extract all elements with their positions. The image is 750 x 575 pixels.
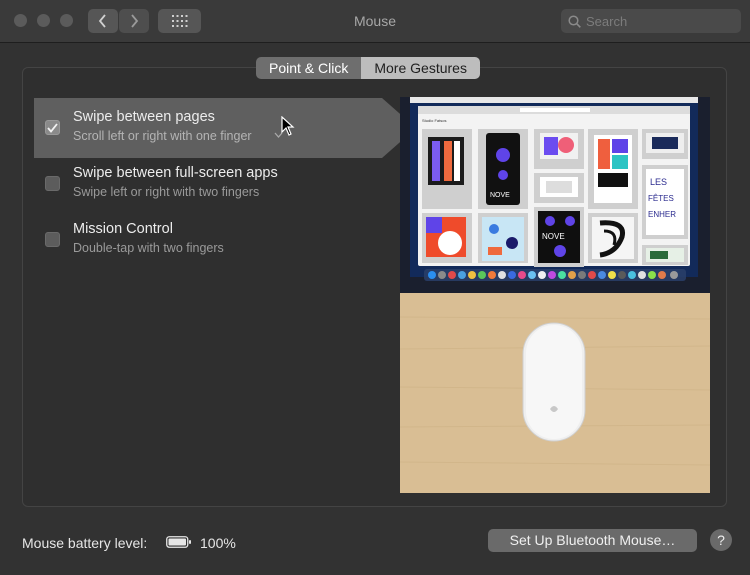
- mouse-preferences-window: Mouse Point & Click More Gestures Swipe …: [0, 0, 750, 575]
- swipe-between-pages-checkbox[interactable]: [45, 120, 60, 135]
- poster-text: NOVE: [490, 192, 510, 199]
- preview-app-title: Studio Fatsos: [422, 118, 446, 123]
- checkmark-icon: [47, 122, 58, 133]
- option-title: Swipe between pages: [73, 109, 215, 125]
- help-button[interactable]: ?: [710, 529, 732, 551]
- poster-text: NOVE: [542, 232, 565, 241]
- battery-icon: [166, 536, 191, 548]
- option-mission-control[interactable]: Mission Control Double-tap with two fing…: [34, 210, 382, 270]
- poster-text: LES: [650, 177, 667, 187]
- swipe-full-screen-apps-checkbox[interactable]: [45, 176, 60, 191]
- battery-percentage: 100%: [200, 535, 236, 551]
- poster-text: ENHER: [648, 210, 676, 219]
- set-up-bluetooth-mouse-button[interactable]: Set Up Bluetooth Mouse…: [488, 529, 697, 552]
- gesture-preview: Studio Fatsos NOVE LES FÊTES ENHER NOVE: [400, 97, 710, 493]
- preview-illustration: Studio Fatsos NOVE LES FÊTES ENHER NOVE: [400, 97, 710, 493]
- option-title: Mission Control: [73, 221, 173, 237]
- option-title: Swipe between full-screen apps: [73, 165, 278, 181]
- option-swipe-between-pages[interactable]: Swipe between pages Scroll left or right…: [34, 98, 416, 158]
- search-field[interactable]: [561, 9, 741, 33]
- battery-label: Mouse battery level:: [22, 535, 148, 551]
- tab-bar: Point & Click More Gestures: [256, 57, 480, 79]
- search-input[interactable]: [586, 13, 726, 29]
- option-subtitle: Swipe left or right with two fingers: [73, 185, 260, 199]
- tab-more-gestures[interactable]: More Gestures: [361, 57, 480, 79]
- title-bar: Mouse: [0, 0, 750, 43]
- option-subtitle: Double-tap with two fingers: [73, 241, 224, 255]
- mission-control-checkbox[interactable]: [45, 232, 60, 247]
- poster-text: FÊTES: [648, 194, 674, 203]
- option-swipe-between-full-screen-apps[interactable]: Swipe between full-screen apps Swipe lef…: [34, 154, 382, 214]
- mouse-pointer-icon: [281, 116, 295, 136]
- tab-point-and-click[interactable]: Point & Click: [256, 57, 362, 79]
- option-subtitle: Scroll left or right with one finger: [73, 129, 252, 143]
- search-icon: [568, 14, 581, 28]
